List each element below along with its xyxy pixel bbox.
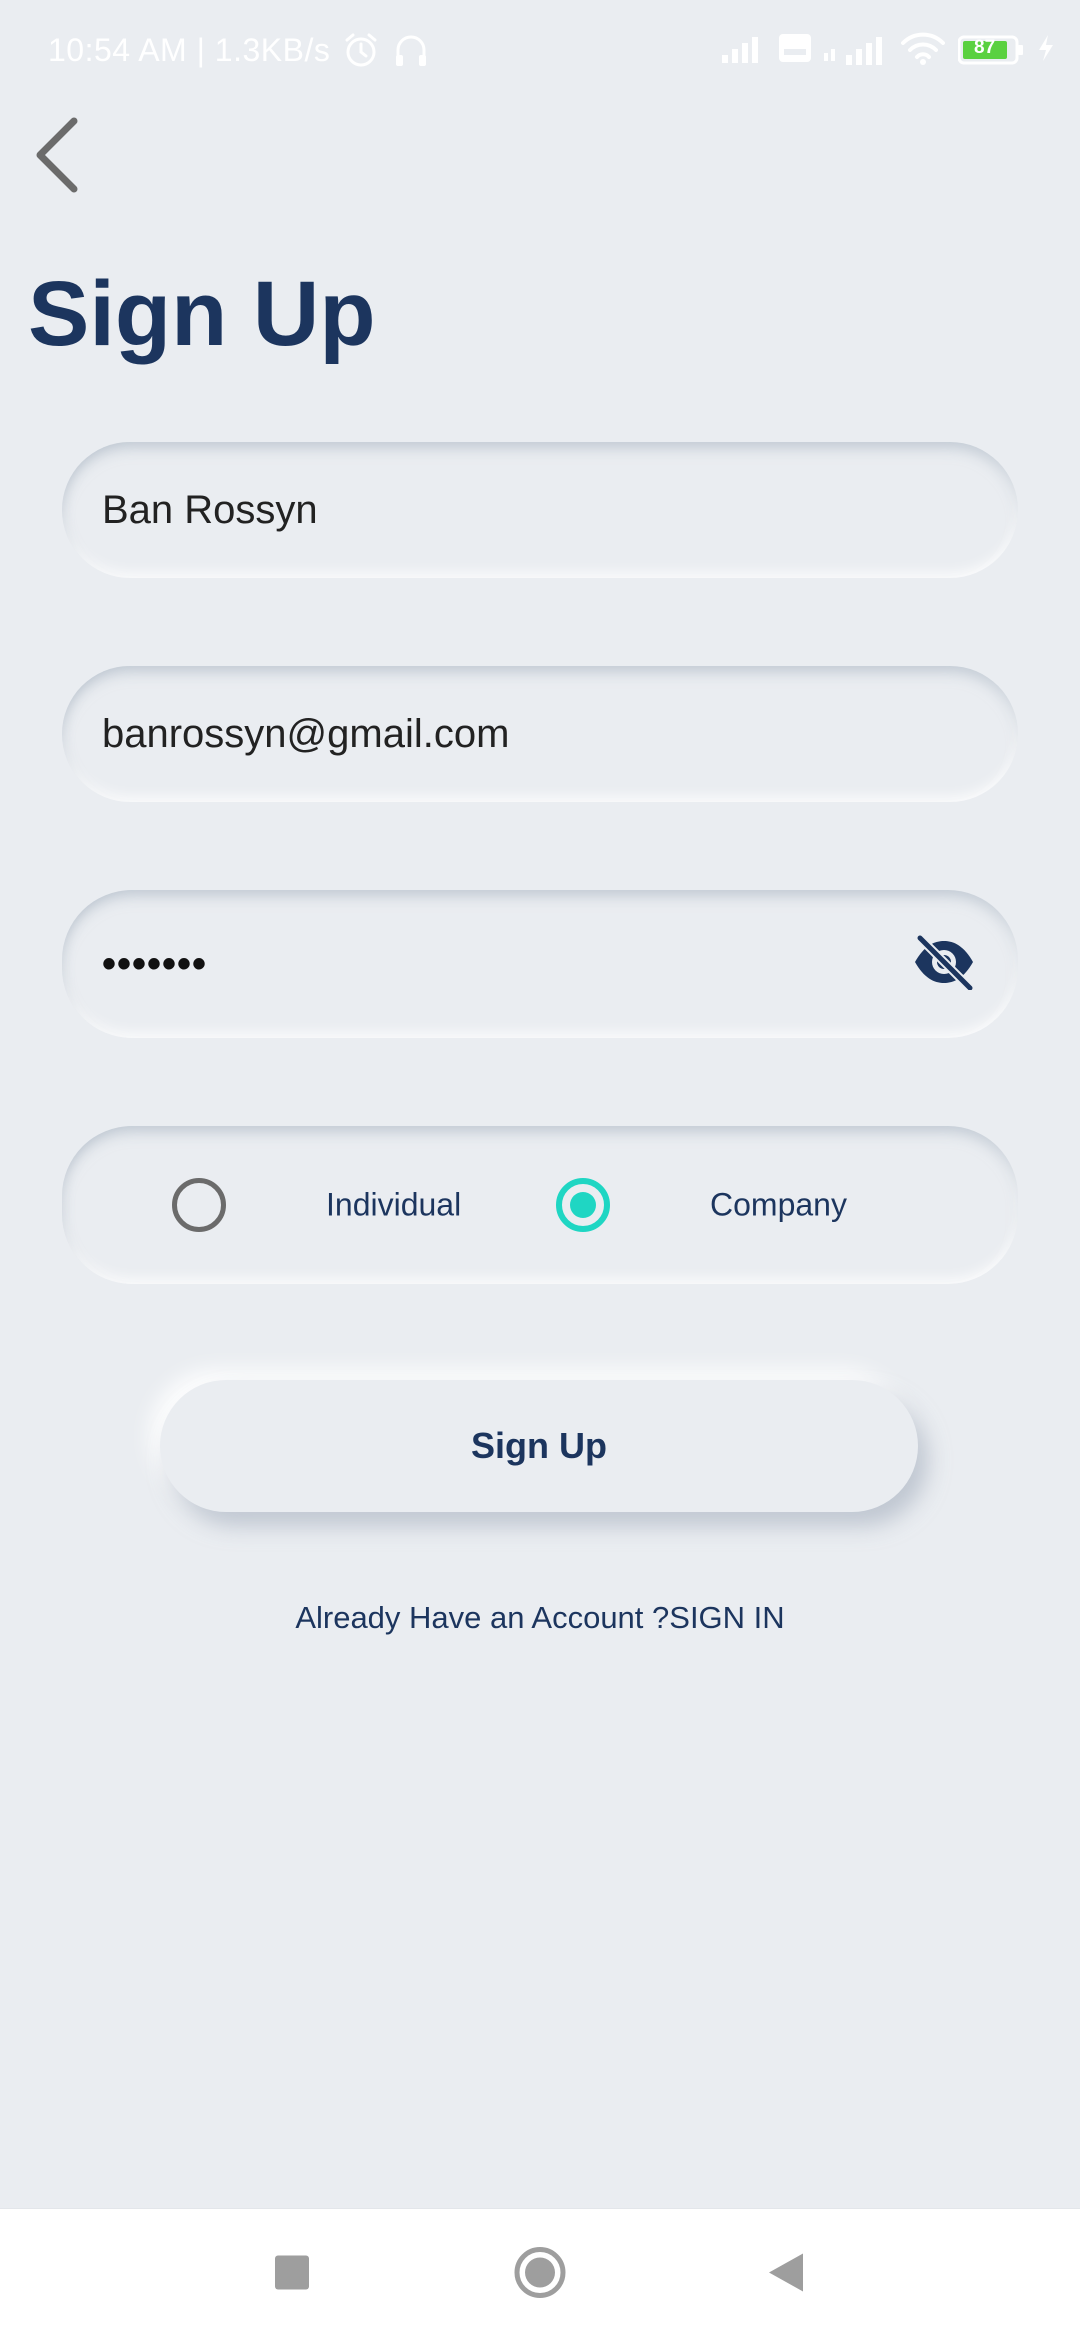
wifi-icon [900, 31, 946, 70]
alarm-icon [342, 31, 380, 69]
account-type-group: Individual Company [62, 1126, 1018, 1284]
page-title: Sign Up [28, 263, 376, 365]
status-right: 87 [722, 28, 1056, 72]
home-circle-icon [513, 2246, 567, 2305]
sign-up-screen: 10:54 AM | 1.3KB/s 87 Sign Up Ban Rossyn… [0, 0, 1080, 2341]
status-time-speed: 10:54 AM | 1.3KB/s [48, 31, 331, 68]
charging-icon [1036, 33, 1056, 68]
radio-selected-dot [570, 1192, 596, 1218]
radio-company[interactable] [556, 1178, 610, 1232]
name-field[interactable] [62, 442, 1018, 578]
recents-button[interactable] [274, 2255, 310, 2296]
battery-icon: 87 [958, 35, 1024, 65]
radio-individual[interactable] [172, 1178, 226, 1232]
radio-label-individual[interactable]: Individual [326, 1187, 461, 1224]
home-button[interactable] [513, 2246, 567, 2305]
email-input[interactable] [102, 666, 922, 802]
password-visibility-toggle[interactable] [912, 932, 976, 996]
back-nav-button[interactable] [767, 2252, 805, 2299]
back-button[interactable] [22, 112, 92, 202]
navigation-bar [0, 2208, 1080, 2341]
name-input[interactable] [102, 442, 922, 578]
signal-icon [722, 33, 766, 68]
headset-icon [392, 31, 430, 69]
radio-label-company[interactable]: Company [710, 1187, 847, 1224]
chevron-left-icon [32, 115, 82, 200]
recents-square-icon [274, 2255, 310, 2296]
sign-up-button[interactable]: Sign Up [160, 1380, 918, 1512]
password-input[interactable]: ••••••• [102, 890, 207, 1038]
sign-in-link[interactable]: Already Have an Account ?SIGN IN [0, 1600, 1080, 1636]
email-field[interactable] [62, 666, 1018, 802]
status-bar: 10:54 AM | 1.3KB/s 87 [0, 0, 1080, 100]
password-field[interactable]: ••••••• [62, 890, 1018, 1038]
back-triangle-icon [767, 2252, 805, 2299]
battery-level: 87 [974, 37, 996, 58]
volte-icon [778, 33, 812, 68]
status-left: 10:54 AM | 1.3KB/s [48, 28, 430, 72]
eye-off-icon [912, 933, 976, 995]
signal-4g-icon [824, 31, 888, 70]
